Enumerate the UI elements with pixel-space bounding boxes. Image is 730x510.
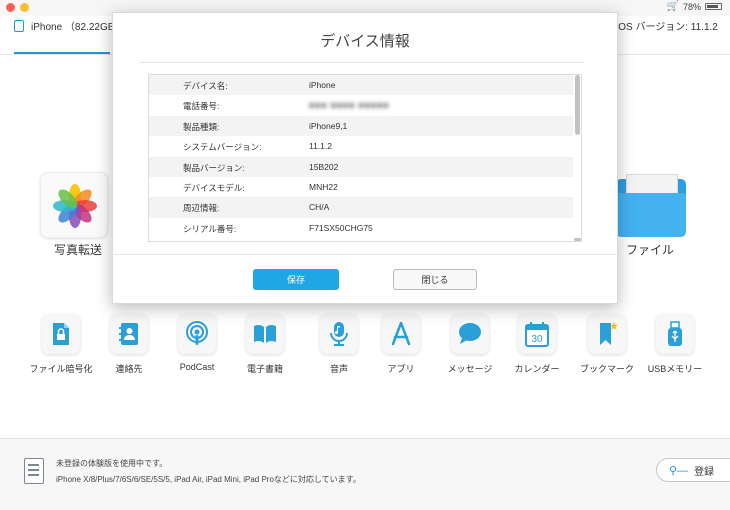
folder-front xyxy=(616,193,686,237)
save-button[interactable]: 保存 xyxy=(253,269,339,290)
close-button[interactable]: 閉じる xyxy=(393,269,477,290)
row-value: F71SX50CHG75 xyxy=(309,222,373,233)
row-value: 11.1.2 xyxy=(309,141,333,152)
tool-bookmarks[interactable]: ブックマーク xyxy=(568,314,646,376)
divider xyxy=(140,62,584,63)
photos-transfer-tile[interactable] xyxy=(40,172,108,238)
row-key: 電話番号: xyxy=(183,101,220,112)
bookmark-icon xyxy=(600,322,618,345)
app-store-icon xyxy=(391,321,411,346)
calendar-icon: 30 xyxy=(525,322,549,347)
status-area: 🛒 78% xyxy=(667,1,722,12)
file-lock-icon xyxy=(53,323,69,345)
photos-transfer-label: 写真転送 xyxy=(54,243,103,257)
tool-apps[interactable]: アプリ xyxy=(362,314,440,376)
tool-label: 電子書籍 xyxy=(246,364,283,374)
table-row: 周辺情報: CH/A xyxy=(149,197,573,218)
tool-label: PodCast xyxy=(179,362,215,372)
dialog-title: デバイス情報 xyxy=(320,33,410,50)
row-key: 製品種類: xyxy=(183,121,220,132)
tool-label: ブックマーク xyxy=(579,364,634,374)
scrollbar-thumb[interactable] xyxy=(575,75,580,135)
minimize-window-button[interactable] xyxy=(20,3,29,12)
compatibility-notice: iPhone X/8/Plus/7/6S/6/SE/5S/5, iPad Air… xyxy=(56,475,361,484)
row-key: システムバージョン: xyxy=(183,142,262,153)
register-label: 登録 xyxy=(694,466,715,478)
key-icon: ⚲— xyxy=(669,464,689,477)
book-icon xyxy=(254,324,276,343)
tool-label: アプリ xyxy=(387,364,415,374)
tool-ebooks[interactable]: 電子書籍 xyxy=(226,314,304,376)
table-row: 電話番号: ■■■ ■■■■ ■■■■■ xyxy=(149,95,573,115)
usb-icon xyxy=(668,321,682,346)
row-value: MNH22 xyxy=(309,182,338,192)
row-key: 製品バージョン: xyxy=(183,162,245,173)
row-value: CH/A xyxy=(309,202,330,213)
microphone-icon xyxy=(330,322,348,346)
message-icon xyxy=(459,323,481,344)
row-value: iPhone9,1 xyxy=(309,120,348,131)
cart-icon[interactable]: 🛒 xyxy=(667,1,679,12)
files-label: ファイル xyxy=(626,243,675,257)
scrollbar-end xyxy=(574,238,581,241)
table-row: 製品バージョン: 15B202 xyxy=(149,156,573,177)
row-key: シリアル番号: xyxy=(183,223,237,234)
battery-percent: 78% xyxy=(682,1,701,12)
row-key: 周辺情報: xyxy=(183,203,220,214)
row-key: デバイスモデル: xyxy=(183,183,245,193)
table-row: デバイスモデル: MNH22 xyxy=(149,177,573,197)
register-button[interactable]: ⚲— 登録 xyxy=(656,458,730,482)
contacts-icon xyxy=(119,323,138,345)
table-row: システムバージョン: 11.1.2 xyxy=(149,136,573,156)
row-value: 15B202 xyxy=(309,161,339,172)
table-row: 製品種類: iPhone9,1 xyxy=(149,115,573,137)
podcast-icon xyxy=(186,321,208,345)
document-icon xyxy=(24,458,44,484)
tool-usb[interactable]: USBメモリー xyxy=(636,314,714,376)
device-info-table[interactable]: デバイス名: iPhone 電話番号: ■■■ ■■■■ ■■■■■ 製品種類:… xyxy=(148,74,582,242)
row-value: iPhone xyxy=(309,80,336,90)
phone-icon xyxy=(14,20,24,32)
trial-notice: 未登録の体験版を使用中です。 xyxy=(56,459,168,468)
table-row: シリアル番号: F71SX50CHG75 xyxy=(149,218,573,238)
battery-icon xyxy=(705,3,722,10)
ios-version: iOS バージョン: 11.1.2 xyxy=(616,22,718,33)
tool-podcast[interactable]: PodCast xyxy=(158,314,236,376)
row-key: デバイス名: xyxy=(183,81,228,91)
close-window-button[interactable] xyxy=(6,3,15,12)
tool-label: USBメモリー xyxy=(647,364,703,374)
tool-contacts[interactable]: 連絡先 xyxy=(90,314,168,376)
row-value: ■■■ ■■■■ ■■■■■ xyxy=(309,100,390,111)
tool-label: ファイル暗号化 xyxy=(29,364,93,374)
tool-calendar[interactable]: 30 カレンダー xyxy=(498,314,576,376)
photos-icon xyxy=(53,184,97,228)
calendar-day: 30 xyxy=(531,334,543,345)
tool-label: 連絡先 xyxy=(115,364,143,374)
tool-label: カレンダー xyxy=(514,364,560,374)
divider xyxy=(112,254,618,255)
tool-file-encryption[interactable]: ファイル暗号化 xyxy=(22,314,100,376)
table-row: デバイス名: iPhone xyxy=(149,75,573,96)
